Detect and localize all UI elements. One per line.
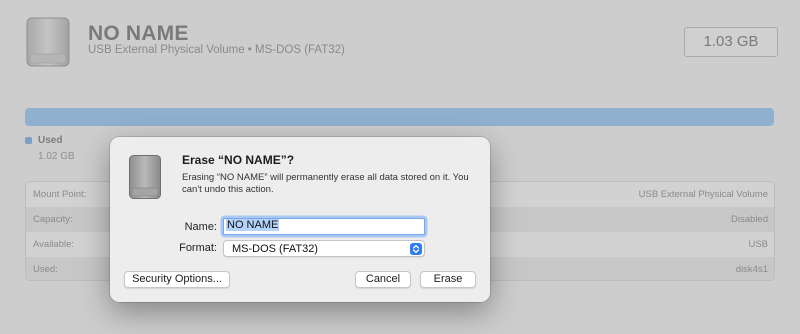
dialog-title: Erase “NO NAME”? bbox=[182, 153, 295, 167]
used-legend-label: Used bbox=[38, 135, 63, 146]
dialog-message: Erasing “NO NAME” will permanently erase… bbox=[182, 172, 469, 195]
info-key: Capacity: bbox=[33, 214, 73, 225]
used-legend-swatch bbox=[25, 137, 32, 144]
format-select-value: MS-DOS (FAT32) bbox=[232, 243, 318, 255]
info-key: Mount Point: bbox=[33, 189, 87, 200]
name-field[interactable]: NO NAME bbox=[223, 218, 425, 235]
external-drive-icon bbox=[26, 17, 70, 67]
erase-button[interactable]: Erase bbox=[420, 271, 476, 288]
usage-bar bbox=[25, 108, 774, 126]
info-value: disk4s1 bbox=[735, 264, 768, 275]
volume-size-badge: 1.03 GB bbox=[684, 27, 778, 57]
info-value: Disabled bbox=[731, 214, 768, 225]
erase-dialog: Erase “NO NAME”? Erasing “NO NAME” will … bbox=[110, 137, 490, 302]
volume-subtitle: USB External Physical Volume • MS-DOS (F… bbox=[88, 44, 345, 56]
info-value: USB External Physical Volume bbox=[638, 189, 768, 200]
name-field-value: NO NAME bbox=[226, 219, 280, 231]
volume-title: NO NAME bbox=[88, 22, 189, 45]
security-options-button[interactable]: Security Options... bbox=[124, 271, 230, 288]
name-label: Name: bbox=[184, 221, 217, 233]
format-select[interactable]: MS-DOS (FAT32) bbox=[223, 240, 425, 257]
format-label: Format: bbox=[179, 242, 217, 254]
info-value: USB bbox=[748, 239, 768, 250]
used-legend-size: 1.02 GB bbox=[38, 151, 75, 162]
external-drive-icon bbox=[129, 155, 161, 199]
info-key: Available: bbox=[33, 239, 75, 250]
popup-stepper-icon bbox=[410, 243, 422, 255]
cancel-button[interactable]: Cancel bbox=[355, 271, 411, 288]
info-key: Used: bbox=[33, 264, 58, 275]
